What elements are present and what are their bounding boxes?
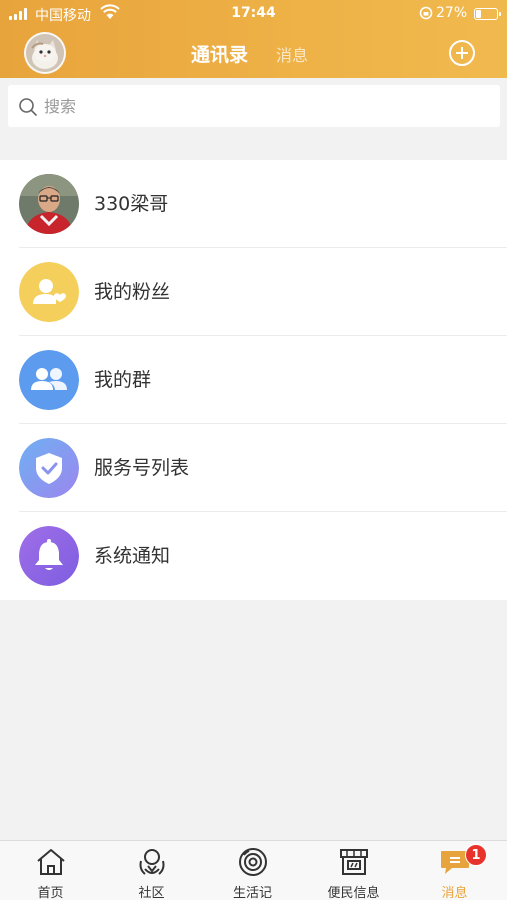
tab-messages[interactable]: 消息 xyxy=(276,42,308,66)
cat-avatar-icon xyxy=(26,34,64,72)
list-item-label: 我的粉丝 xyxy=(94,281,171,303)
list-item-label: 系统通知 xyxy=(94,545,171,567)
list-item-system-notifications[interactable]: 系统通知 xyxy=(0,512,507,600)
tab-label: 消息 xyxy=(441,886,468,900)
battery-level xyxy=(476,10,481,18)
group-icon xyxy=(19,350,79,410)
camera-lens-icon xyxy=(238,848,267,876)
home-icon xyxy=(36,849,65,875)
battery-percentage: 27% xyxy=(436,5,468,21)
bottom-tab-bar: 首页 社区 生活记 便民信息 1 消息 xyxy=(0,840,507,900)
search-icon xyxy=(19,98,37,116)
profile-avatar[interactable] xyxy=(24,32,66,74)
tab-label: 首页 xyxy=(37,886,64,900)
list-item-service-accounts[interactable]: 服务号列表 xyxy=(0,424,507,512)
tab-label: 社区 xyxy=(138,886,165,900)
list-item-330-liang-ge[interactable]: 330梁哥 xyxy=(0,160,507,248)
tab-label: 生活记 xyxy=(232,886,272,900)
search-input[interactable] xyxy=(44,85,484,127)
header: 中国移动 17:44 27% 通讯录 消息 xyxy=(0,0,507,78)
tab-contacts[interactable]: 通讯录 xyxy=(191,40,248,67)
tab-messages-bottom[interactable]: 1 消息 xyxy=(404,841,505,900)
tab-label: 便民信息 xyxy=(327,886,380,900)
battery-icon xyxy=(474,8,501,20)
list-item-label: 我的群 xyxy=(94,369,152,391)
tab-local-info[interactable]: 便民信息 xyxy=(303,841,404,900)
tab-life-log[interactable]: 生活记 xyxy=(202,841,303,900)
contacts-list: 330梁哥 我的粉丝 我的群 服务号列表 系统通知 xyxy=(0,160,507,600)
tab-home[interactable]: 首页 xyxy=(0,841,101,900)
community-icon xyxy=(139,849,164,875)
user-photo-avatar xyxy=(19,174,79,234)
shield-check-icon xyxy=(19,438,79,498)
storefront-icon xyxy=(339,849,368,875)
search-bar xyxy=(0,78,507,136)
unread-badge: 1 xyxy=(465,844,487,866)
rotation-lock-icon xyxy=(419,6,433,20)
search-box[interactable] xyxy=(8,85,500,127)
top-nav: 通讯录 消息 xyxy=(0,28,507,78)
list-item-label: 服务号列表 xyxy=(94,457,190,479)
list-item-my-groups[interactable]: 我的群 xyxy=(0,336,507,424)
tab-community[interactable]: 社区 xyxy=(101,841,202,900)
user-heart-icon xyxy=(19,262,79,322)
list-item-my-fans[interactable]: 我的粉丝 xyxy=(0,248,507,336)
bell-icon xyxy=(19,526,79,586)
status-bar: 中国移动 17:44 27% xyxy=(0,0,507,28)
list-item-label: 330梁哥 xyxy=(94,193,169,215)
plus-circle-icon[interactable] xyxy=(448,39,476,67)
